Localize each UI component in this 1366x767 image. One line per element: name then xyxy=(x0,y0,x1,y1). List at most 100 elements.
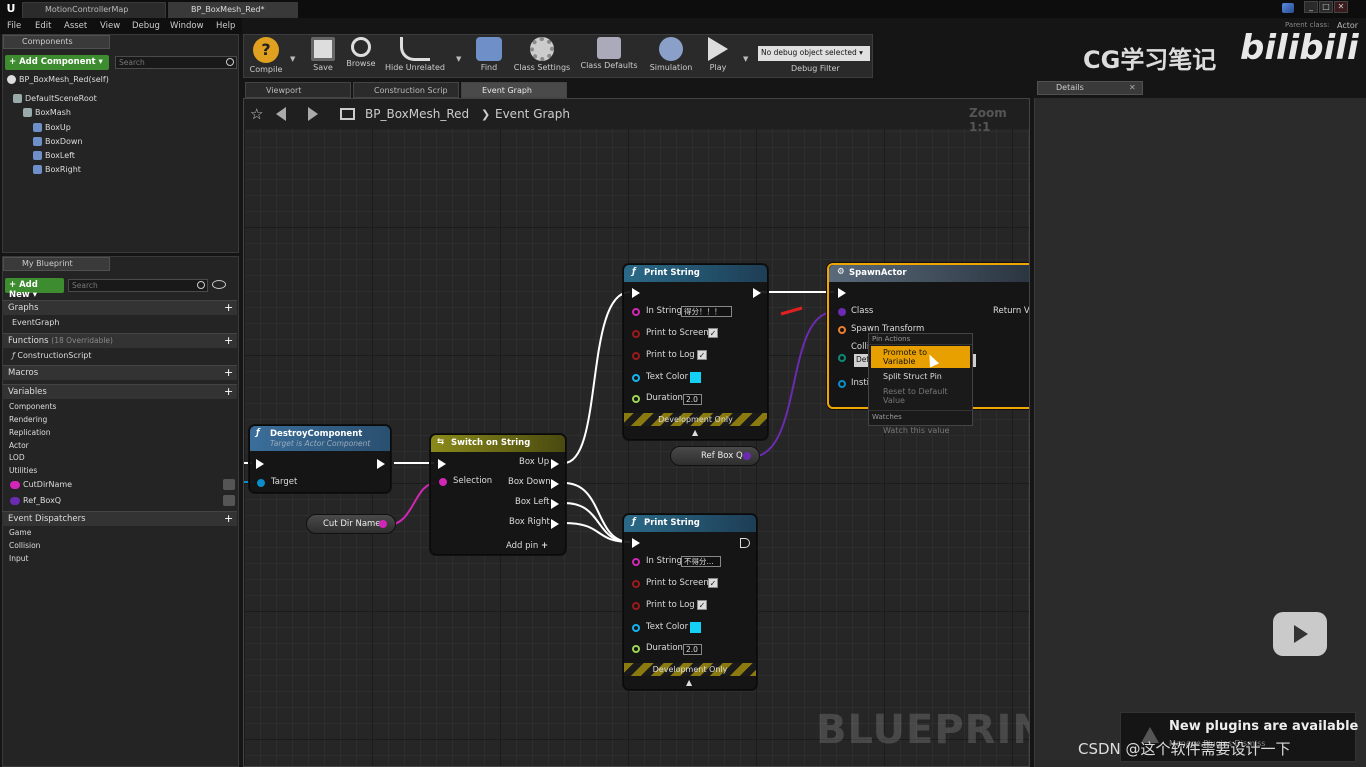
ref-box-q-getter[interactable]: Ref Box Q xyxy=(670,446,760,466)
exec-in-pin[interactable] xyxy=(256,459,264,469)
box-up-out-pin[interactable] xyxy=(551,459,559,469)
find-button[interactable]: Find xyxy=(472,37,506,77)
exec-out-pin[interactable] xyxy=(753,288,761,298)
destroy-component-node[interactable]: ƒ DestroyComponent Target is Actor Compo… xyxy=(249,425,391,493)
tree-item-self[interactable]: BP_BoxMesh_Red(self) xyxy=(7,75,109,84)
string-out-pin[interactable] xyxy=(379,520,387,528)
var-category[interactable]: Replication xyxy=(9,428,51,437)
compile-options-icon[interactable]: ▼ xyxy=(290,55,295,63)
duration-pin[interactable] xyxy=(632,645,640,653)
selection-pin[interactable] xyxy=(439,478,447,486)
split-struct-pin-item[interactable]: Split Struct Pin xyxy=(869,369,972,384)
in-string-pin[interactable] xyxy=(632,308,640,316)
in-string-field[interactable]: 得分！！！ xyxy=(681,306,732,317)
menu-debug[interactable]: Debug xyxy=(132,21,160,31)
section-graphs[interactable]: Graphs + xyxy=(2,300,237,315)
print-log-pin[interactable] xyxy=(632,352,640,360)
class-pin[interactable] xyxy=(838,308,846,316)
play-overlay-button[interactable] xyxy=(1273,612,1327,656)
in-string-pin[interactable] xyxy=(632,558,640,566)
close-button[interactable]: ✕ xyxy=(1334,1,1348,13)
print-screen-pin[interactable] xyxy=(632,330,640,338)
play-button[interactable]: Play xyxy=(700,37,736,77)
event-graph-canvas[interactable]: ☆ BP_BoxMesh_Red ❯ Event Graph Zoom 1:1 … xyxy=(243,98,1030,767)
add-component-button[interactable]: + Add Component ▾ xyxy=(5,55,109,70)
compile-button[interactable]: ? Compile xyxy=(246,37,286,77)
view-options-icon[interactable] xyxy=(212,280,226,289)
tree-item-root[interactable]: DefaultSceneRoot xyxy=(13,94,97,103)
function-item-construction[interactable]: ƒ ConstructionScript xyxy=(12,351,92,360)
exec-in-pin[interactable] xyxy=(632,538,640,548)
my-blueprint-tab[interactable]: My Blueprint xyxy=(3,257,110,271)
box-down-out-pin[interactable] xyxy=(551,479,559,489)
print-string-node-2[interactable]: ƒ Print String In String 不得分... Print to… xyxy=(623,514,757,690)
class-defaults-button[interactable]: Class Defaults xyxy=(578,37,640,77)
target-pin[interactable] xyxy=(257,479,265,487)
doc-tab-map[interactable]: MotionControllerMap xyxy=(22,2,166,18)
minimize-button[interactable]: _ xyxy=(1304,1,1318,13)
add-variable-icon[interactable]: + xyxy=(224,386,233,397)
duration-pin[interactable] xyxy=(632,395,640,403)
duration-field[interactable]: 2.0 xyxy=(683,394,702,405)
exec-out-pin[interactable] xyxy=(377,459,385,469)
graph-item-eventgraph[interactable]: EventGraph xyxy=(12,318,59,327)
tab-event-graph[interactable]: Event Graph xyxy=(461,82,567,98)
section-functions[interactable]: Functions (18 Overridable) + xyxy=(2,333,237,348)
add-dispatcher-icon[interactable]: + xyxy=(224,513,233,524)
collision-pin[interactable] xyxy=(838,354,846,362)
debug-object-select[interactable]: No debug object selected ▾ xyxy=(758,46,870,61)
details-tab[interactable]: Details xyxy=(1037,81,1143,95)
text-color-pin[interactable] xyxy=(632,374,640,382)
expand-arrow-icon[interactable]: ▲ xyxy=(692,428,698,437)
variable-refboxq[interactable]: Ref_BoxQ xyxy=(10,496,61,505)
menu-asset[interactable]: Asset xyxy=(64,21,87,31)
exec-in-pin[interactable] xyxy=(438,459,446,469)
tree-item-boxup[interactable]: BoxUp xyxy=(33,123,71,132)
print-log-checkbox[interactable]: ✓ xyxy=(697,350,707,360)
add-function-icon[interactable]: + xyxy=(224,335,233,346)
component-search-input[interactable]: Search xyxy=(115,56,237,69)
dispatcher-category[interactable]: Collision xyxy=(9,541,40,550)
print-screen-checkbox[interactable]: ✓ xyxy=(708,328,718,338)
text-color-swatch[interactable] xyxy=(690,622,701,633)
simulation-button[interactable]: Simulation xyxy=(648,37,694,77)
tree-item-boxright[interactable]: BoxRight xyxy=(33,165,81,174)
tab-construction-script[interactable]: Construction Scrip xyxy=(353,82,459,98)
components-tab[interactable]: Components xyxy=(3,35,110,49)
save-button[interactable]: Save xyxy=(308,37,338,77)
menu-edit[interactable]: Edit xyxy=(35,21,51,31)
add-macro-icon[interactable]: + xyxy=(224,367,233,378)
menu-help[interactable]: Help xyxy=(216,21,235,31)
box-left-out-pin[interactable] xyxy=(551,499,559,509)
print-log-checkbox[interactable]: ✓ xyxy=(697,600,707,610)
tree-item-boxdown[interactable]: BoxDown xyxy=(33,137,83,146)
add-new-button[interactable]: + Add New ▾ xyxy=(5,278,64,300)
menu-view[interactable]: View xyxy=(100,21,120,31)
print-screen-checkbox[interactable]: ✓ xyxy=(708,578,718,588)
variable-visibility-icon[interactable] xyxy=(223,495,235,506)
var-category[interactable]: Actor xyxy=(9,441,29,450)
exec-out-pin[interactable] xyxy=(740,538,750,548)
var-category[interactable]: LOD xyxy=(9,453,25,462)
menu-file[interactable]: File xyxy=(7,21,21,31)
hide-unrelated-button[interactable]: Hide Unrelated xyxy=(384,37,446,77)
dispatcher-category[interactable]: Game xyxy=(9,528,31,537)
blueprint-search-input[interactable]: Search xyxy=(68,279,208,292)
cut-dir-name-getter[interactable]: Cut Dir Name xyxy=(306,514,396,534)
tree-item-boxleft[interactable]: BoxLeft xyxy=(33,151,75,160)
source-control-icon[interactable] xyxy=(1282,3,1294,13)
play-options-icon[interactable]: ▼ xyxy=(743,55,748,63)
instigator-pin[interactable] xyxy=(838,380,846,388)
text-color-swatch[interactable] xyxy=(690,372,701,383)
tab-viewport[interactable]: Viewport xyxy=(245,82,351,98)
details-close-icon[interactable]: ✕ xyxy=(1129,83,1136,92)
expand-arrow-icon[interactable]: ▲ xyxy=(686,678,692,687)
text-color-pin[interactable] xyxy=(632,624,640,632)
add-pin-button[interactable]: Add pin + xyxy=(506,541,548,551)
print-string-node-1[interactable]: ƒ Print String In String 得分！！！ Print to … xyxy=(623,264,768,440)
box-right-out-pin[interactable] xyxy=(551,519,559,529)
section-macros[interactable]: Macros + xyxy=(2,365,237,380)
class-settings-button[interactable]: Class Settings xyxy=(512,37,572,77)
print-log-pin[interactable] xyxy=(632,602,640,610)
object-out-pin[interactable] xyxy=(743,452,751,460)
